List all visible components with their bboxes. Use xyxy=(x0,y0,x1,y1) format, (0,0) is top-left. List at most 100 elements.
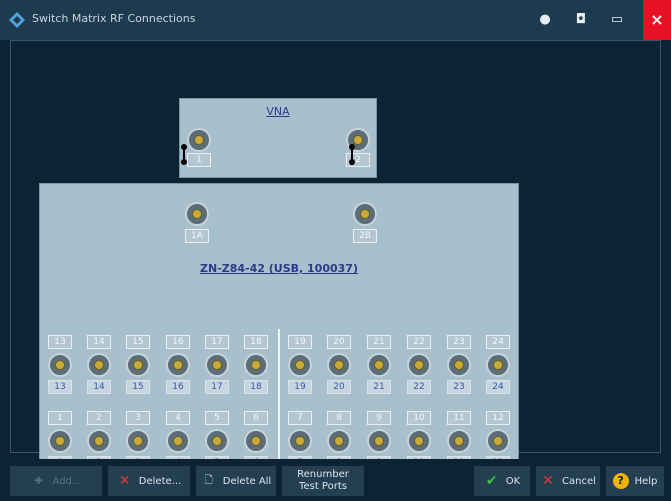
test-port-label[interactable]: 21 xyxy=(367,380,391,394)
matrix-title: ZN-Z84-42 (USB, 100037) xyxy=(200,262,358,275)
test-port-label[interactable]: 18 xyxy=(244,380,268,394)
top-row-label: 16 xyxy=(166,335,190,349)
port-6-connector-icon[interactable] xyxy=(244,429,268,453)
port-2-connector-icon[interactable] xyxy=(87,429,111,453)
add-button[interactable]: ✚ Add... xyxy=(10,466,102,496)
bottom-row-label: 2 xyxy=(87,411,111,425)
add-label: Add... xyxy=(52,475,82,487)
vna-port-1-connector-icon[interactable] xyxy=(187,128,211,152)
rohde-schwarz-logo-icon xyxy=(9,12,25,28)
camera-icon[interactable]: ◘ xyxy=(569,8,593,32)
cancel-label: Cancel xyxy=(562,475,596,487)
renumber-test-ports-button[interactable]: Renumber Test Ports xyxy=(282,466,364,496)
delete-label: Delete... xyxy=(138,475,182,487)
top-row-label: 18 xyxy=(244,335,268,349)
vna-device[interactable]: VNA 1 2 xyxy=(179,98,377,178)
test-port-label[interactable]: 24 xyxy=(486,380,510,394)
test-port-label[interactable]: 15 xyxy=(126,380,150,394)
test-port-label[interactable]: 20 xyxy=(327,380,351,394)
port-8-connector-icon[interactable] xyxy=(327,429,351,453)
top-row-label: 13 xyxy=(48,335,72,349)
bottom-row-label: 4 xyxy=(166,411,190,425)
port-17-connector-icon[interactable] xyxy=(205,353,229,377)
test-port-label[interactable]: 16 xyxy=(166,380,190,394)
port-15-connector-icon[interactable] xyxy=(126,353,150,377)
port-21-connector-icon[interactable] xyxy=(367,353,391,377)
vna-port-1-label: 1 xyxy=(187,153,211,167)
port-19-connector-icon[interactable] xyxy=(288,353,312,377)
renumber-label-line1: Renumber xyxy=(297,469,349,480)
port-9-connector-icon[interactable] xyxy=(367,429,391,453)
bottom-row-label: 10 xyxy=(407,411,431,425)
bottom-row-label: 8 xyxy=(327,411,351,425)
close-icon[interactable]: × xyxy=(643,0,671,40)
top-row-label: 14 xyxy=(87,335,111,349)
port-11-connector-icon[interactable] xyxy=(447,429,471,453)
x-icon: ✕ xyxy=(118,473,131,489)
port-5-connector-icon[interactable] xyxy=(205,429,229,453)
matrix-input-2b-label: 2B xyxy=(353,229,377,243)
port-13-connector-icon[interactable] xyxy=(48,353,72,377)
top-row-label: 22 xyxy=(407,335,431,349)
connection-canvas: VNA 1 2 1A 2B ZN-Z84-42 (USB, 100037) 13… xyxy=(10,40,661,487)
window-title: Switch Matrix RF Connections xyxy=(32,12,196,25)
port-10-connector-icon[interactable] xyxy=(407,429,431,453)
delete-all-button[interactable]: 🗋 Delete All xyxy=(196,466,276,496)
test-port-label[interactable]: 17 xyxy=(205,380,229,394)
top-row-label: 24 xyxy=(486,335,510,349)
bottom-row-label: 9 xyxy=(367,411,391,425)
renumber-label-line2: Test Ports xyxy=(299,481,347,492)
wire-endpoint xyxy=(181,159,187,165)
matrix-input-1a-connector-icon[interactable] xyxy=(185,202,209,226)
port-4-connector-icon[interactable] xyxy=(166,429,190,453)
top-row-label: 23 xyxy=(447,335,471,349)
bottom-row-label: 1 xyxy=(48,411,72,425)
top-row-label: 17 xyxy=(205,335,229,349)
top-row-label: 15 xyxy=(126,335,150,349)
check-icon: ✔ xyxy=(485,473,498,489)
top-row-label: 19 xyxy=(288,335,312,349)
wire-endpoint xyxy=(349,159,355,165)
bottom-row-label: 12 xyxy=(486,411,510,425)
test-port-label[interactable]: 23 xyxy=(447,380,471,394)
port-23-connector-icon[interactable] xyxy=(447,353,471,377)
port-20-connector-icon[interactable] xyxy=(327,353,351,377)
bottom-row-label: 7 xyxy=(288,411,312,425)
toggle-icon[interactable]: ● xyxy=(533,8,557,32)
test-port-label[interactable]: 13 xyxy=(48,380,72,394)
help-button[interactable]: ? Help xyxy=(606,466,664,496)
help-label: Help xyxy=(634,475,658,487)
ok-button[interactable]: ✔ OK xyxy=(474,466,530,496)
bottom-row-label: 6 xyxy=(244,411,268,425)
port-7-connector-icon[interactable] xyxy=(288,429,312,453)
delete-all-icon: 🗋 xyxy=(204,474,213,486)
maximize-icon[interactable]: ▭ xyxy=(605,8,629,32)
x-icon: ✕ xyxy=(542,473,554,489)
bottom-toolbar: ✚ Add... ✕ Delete... 🗋 Delete All Renumb… xyxy=(0,459,671,501)
port-22-connector-icon[interactable] xyxy=(407,353,431,377)
port-3-connector-icon[interactable] xyxy=(126,429,150,453)
question-icon: ? xyxy=(612,473,629,489)
delete-button[interactable]: ✕ Delete... xyxy=(108,466,190,496)
top-row-label: 21 xyxy=(367,335,391,349)
port-12-connector-icon[interactable] xyxy=(486,429,510,453)
port-16-connector-icon[interactable] xyxy=(166,353,190,377)
cancel-button[interactable]: ✕ Cancel xyxy=(536,466,600,496)
port-14-connector-icon[interactable] xyxy=(87,353,111,377)
port-24-connector-icon[interactable] xyxy=(486,353,510,377)
ok-label: OK xyxy=(505,475,521,487)
port-18-connector-icon[interactable] xyxy=(244,353,268,377)
top-row-label: 20 xyxy=(327,335,351,349)
switch-matrix-device[interactable]: 1A 2B ZN-Z84-42 (USB, 100037) 13 13 14 1… xyxy=(39,183,519,487)
title-bar: Switch Matrix RF Connections ● ◘ ▭ × xyxy=(0,0,671,40)
bottom-row-label: 11 xyxy=(447,411,471,425)
plus-icon: ✚ xyxy=(34,475,43,487)
test-port-label[interactable]: 22 xyxy=(407,380,431,394)
delete-all-label: Delete All xyxy=(222,475,272,487)
port-1-connector-icon[interactable] xyxy=(48,429,72,453)
bottom-row-label: 5 xyxy=(205,411,229,425)
test-port-label[interactable]: 14 xyxy=(87,380,111,394)
matrix-input-2b-connector-icon[interactable] xyxy=(353,202,377,226)
test-port-label[interactable]: 19 xyxy=(288,380,312,394)
matrix-input-1a-label: 1A xyxy=(185,229,209,243)
